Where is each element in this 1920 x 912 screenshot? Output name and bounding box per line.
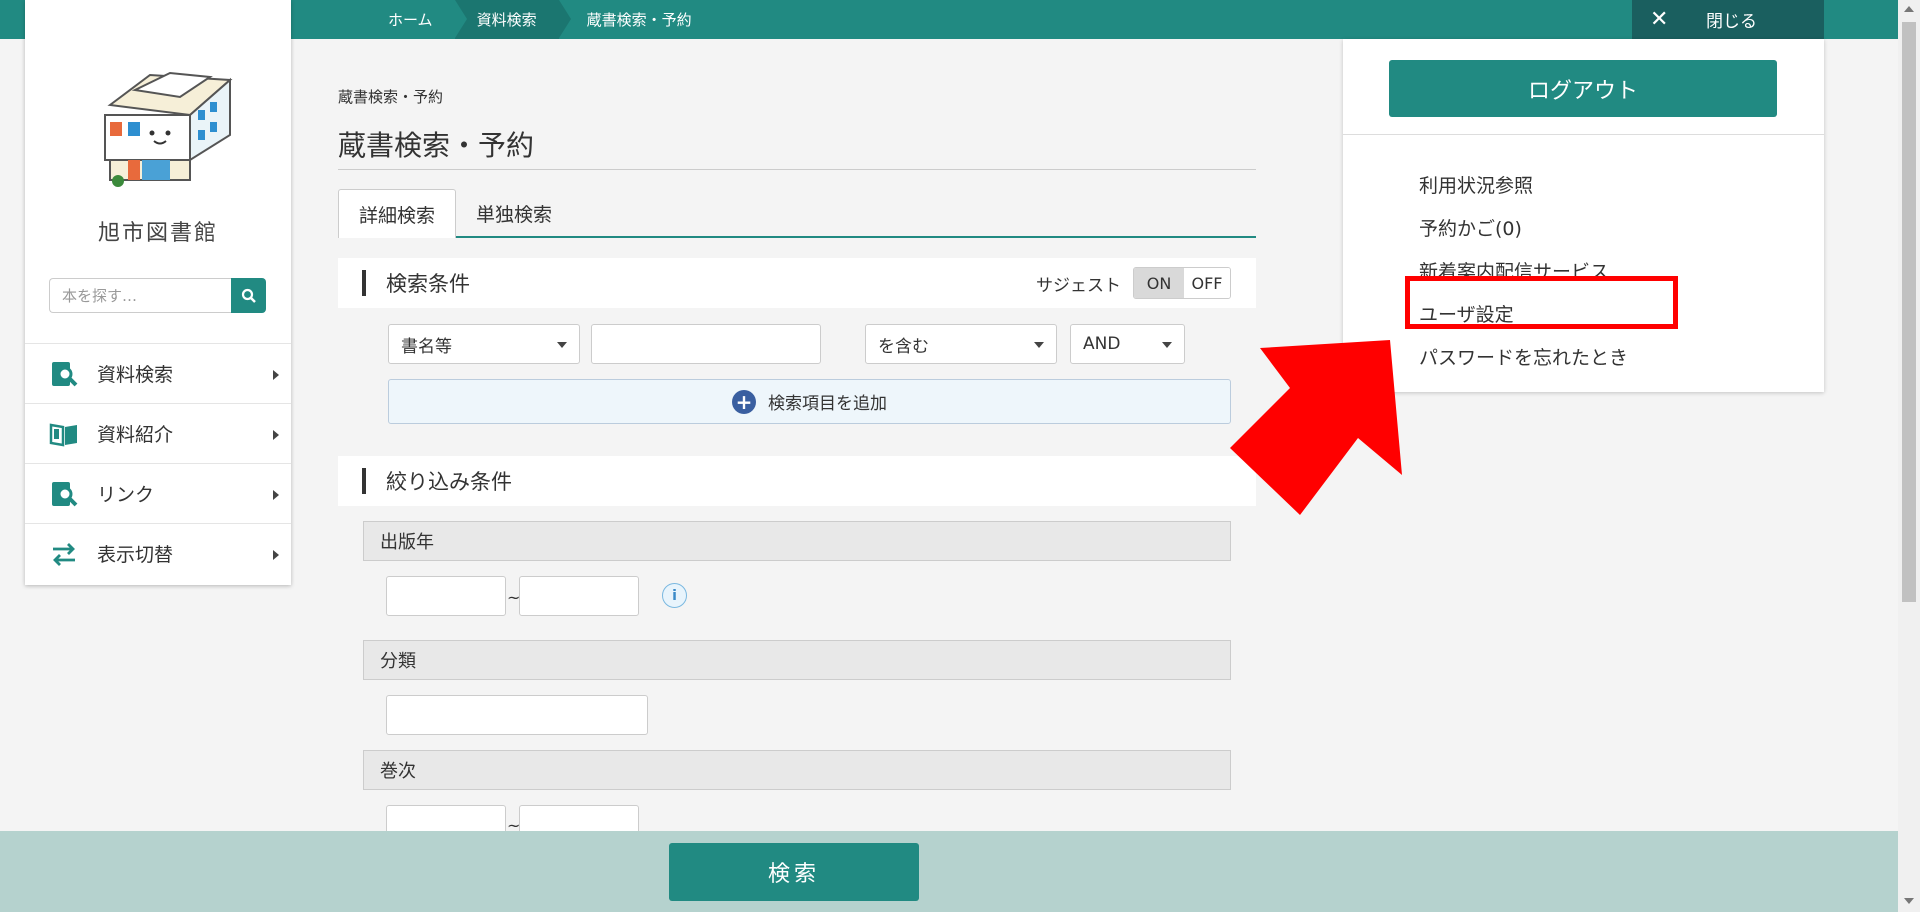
keyword-input[interactable]	[591, 324, 821, 364]
search-tabs: 詳細検索 単独検索	[338, 189, 1256, 238]
sidebar-item-material-search[interactable]: 資料検索	[25, 343, 291, 403]
page-breadcrumb: 蔵書検索・予約	[338, 88, 444, 106]
suggest-control: サジェスト ON OFF	[1036, 267, 1231, 299]
book-search-icon	[52, 361, 78, 386]
search-icon	[241, 288, 256, 303]
library-name: 旭市図書館	[97, 221, 218, 246]
field-select-value: 書名等	[401, 336, 452, 357]
search-conditions-title: 検索条件	[386, 272, 470, 296]
field-select[interactable]: 書名等	[388, 324, 580, 364]
library-logo[interactable]	[80, 55, 260, 190]
chevron-down-icon	[557, 342, 567, 348]
tab-single-search[interactable]: 単独検索	[456, 189, 572, 238]
chevron-down-icon	[1162, 342, 1172, 348]
chevron-right-icon	[273, 430, 279, 440]
suggest-off-button[interactable]: OFF	[1184, 268, 1230, 298]
logic-select-value: AND	[1083, 334, 1121, 354]
sidebar: 旭市図書館 資料検索 資料紹介	[25, 0, 291, 585]
filter-conditions-header: 絞り込み条件	[338, 456, 1256, 506]
divider	[1343, 134, 1824, 135]
chevron-right-icon	[273, 370, 279, 380]
info-icon[interactable]: i	[662, 583, 687, 608]
breadcrumb-home[interactable]: ホーム	[366, 0, 467, 39]
swap-arrows-icon	[53, 542, 75, 566]
site-search-button[interactable]	[231, 278, 266, 313]
classification-label: 分類	[363, 640, 1231, 680]
user-menu-reservation-cart[interactable]: 予約かご(0)	[1419, 206, 1628, 249]
volume-label: 巻次	[363, 750, 1231, 790]
match-select-value: を含む	[878, 336, 929, 357]
site-search-input[interactable]	[49, 278, 231, 313]
sidebar-item-material-intro[interactable]: 資料紹介	[25, 403, 291, 463]
scrollbar-thumb[interactable]	[1902, 22, 1916, 602]
chevron-down-icon	[1034, 342, 1044, 348]
sidebar-item-label: リンク	[97, 484, 155, 506]
publish-year-label: 出版年	[363, 521, 1231, 561]
filter-conditions-title: 絞り込み条件	[386, 470, 512, 494]
chevron-right-icon	[273, 490, 279, 500]
user-menu-forgot-password[interactable]: パスワードを忘れたとき	[1419, 335, 1628, 378]
sidebar-item-label: 資料紹介	[97, 424, 174, 446]
logic-select[interactable]: AND	[1070, 324, 1185, 364]
sidebar-item-label: 表示切替	[97, 544, 174, 566]
add-search-item-label: 検索項目を追加	[768, 394, 887, 414]
breadcrumb: ホーム 資料検索 蔵書検索・予約	[366, 0, 714, 39]
classification-input[interactable]	[386, 695, 648, 735]
close-label: 閉じる	[1706, 12, 1757, 32]
link-search-icon	[52, 481, 78, 506]
close-button[interactable]: ✕ 閉じる	[1632, 0, 1824, 39]
suggest-on-button[interactable]: ON	[1134, 268, 1184, 298]
scroll-down-icon[interactable]	[1904, 898, 1914, 904]
tab-detailed-search[interactable]: 詳細検索	[338, 189, 457, 238]
highlight-box	[1405, 276, 1678, 329]
search-conditions-header: 検索条件 サジェスト ON OFF	[338, 258, 1256, 308]
suggest-label: サジェスト	[1036, 275, 1121, 296]
sidebar-item-display-switch[interactable]: 表示切替	[25, 523, 291, 583]
publish-year-to-input[interactable]	[519, 576, 639, 616]
user-menu-list: 利用状況参照 予約かご(0) 新着案内配信サービス ユーザ設定 パスワードを忘れ…	[1419, 163, 1628, 378]
open-book-icon	[49, 423, 77, 446]
pointer-arrow-icon	[1230, 340, 1402, 515]
publish-year-from-input[interactable]	[386, 576, 506, 616]
close-icon: ✕	[1650, 7, 1669, 32]
section-bar	[362, 468, 366, 494]
site-search	[49, 278, 266, 313]
user-menu-panel: ログアウト 利用状況参照 予約かご(0) 新着案内配信サービス ユーザ設定 パス…	[1343, 39, 1824, 392]
breadcrumb-material-search[interactable]: 資料検索	[454, 0, 571, 39]
bottom-bar	[0, 831, 1898, 912]
scroll-up-icon[interactable]	[1904, 6, 1914, 12]
match-select[interactable]: を含む	[865, 324, 1057, 364]
logout-button[interactable]: ログアウト	[1389, 60, 1777, 117]
chevron-right-icon	[273, 550, 279, 560]
search-button[interactable]: 検索	[669, 843, 919, 901]
user-menu-usage-status[interactable]: 利用状況参照	[1419, 163, 1628, 206]
sidebar-item-label: 資料検索	[97, 364, 174, 386]
sidebar-item-links[interactable]: リンク	[25, 463, 291, 523]
suggest-toggle: ON OFF	[1133, 267, 1231, 299]
breadcrumb-current: 蔵書検索・予約	[586, 11, 692, 29]
plus-icon: +	[732, 389, 756, 414]
add-search-item-button[interactable]: + 検索項目を追加	[388, 379, 1231, 424]
section-bar	[362, 270, 366, 296]
sidebar-menu: 資料検索 資料紹介 リンク 表示切替	[25, 343, 291, 583]
page-title: 蔵書検索・予約	[338, 124, 1256, 170]
